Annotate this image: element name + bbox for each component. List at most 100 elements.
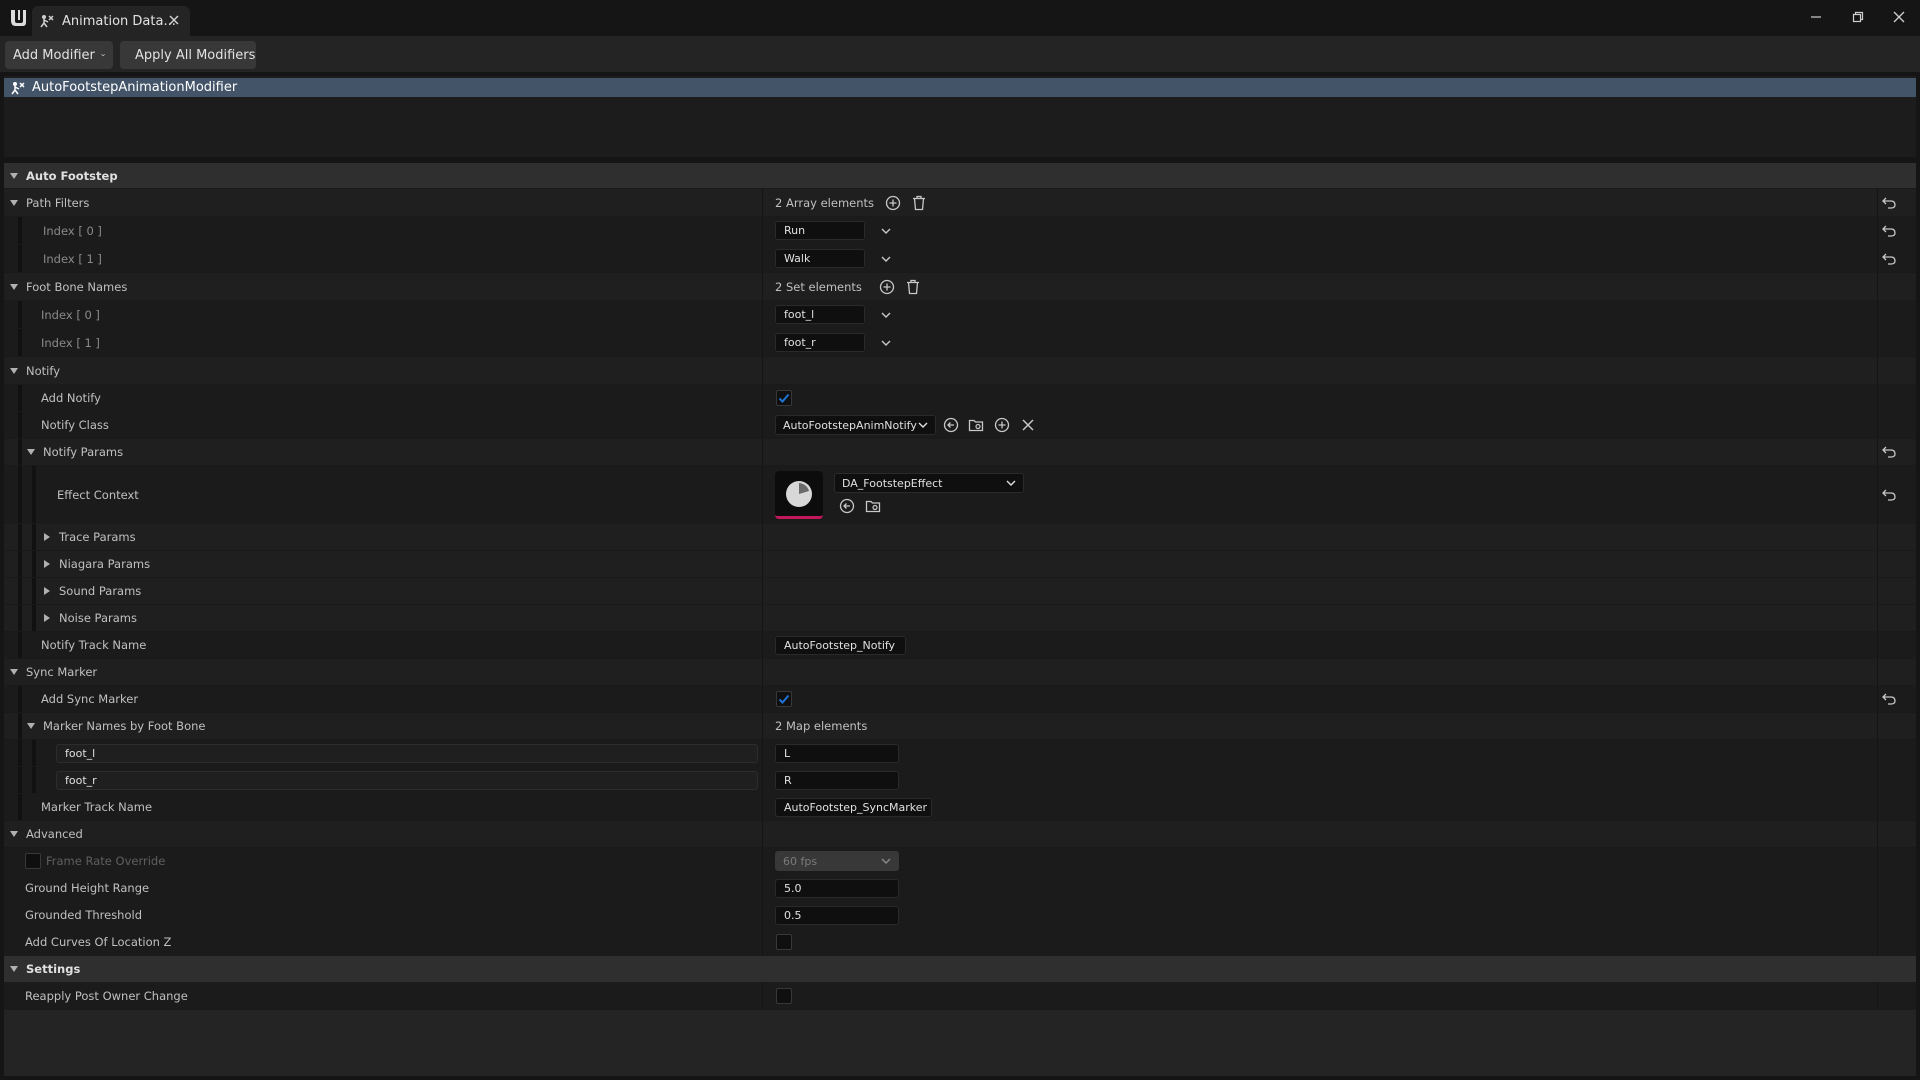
niagara-params-row[interactable]: Niagara Params bbox=[4, 551, 1916, 578]
chevron-down-icon[interactable] bbox=[877, 306, 895, 324]
add-sync-marker-checkbox[interactable] bbox=[776, 691, 792, 707]
add-modifier-button[interactable]: Add Modifier bbox=[5, 41, 113, 69]
notify-track-name-field[interactable]: AutoFootstep_Notify bbox=[775, 635, 906, 655]
notify-row[interactable]: Notify bbox=[4, 357, 1916, 385]
map-count: 2 Map elements bbox=[775, 719, 868, 733]
chevron-right-icon[interactable] bbox=[42, 586, 52, 596]
array-element-row: Index [ 0 ] Run bbox=[4, 217, 1916, 245]
minimize-icon[interactable] bbox=[1795, 0, 1837, 34]
chevron-down-icon[interactable] bbox=[9, 829, 19, 839]
bone-name-field[interactable]: foot_l bbox=[775, 305, 865, 324]
chevron-down-icon[interactable] bbox=[26, 721, 36, 731]
sound-params-row[interactable]: Sound Params bbox=[4, 578, 1916, 605]
category-auto-footstep[interactable]: Auto Footstep bbox=[4, 163, 1916, 189]
close-tab-icon[interactable] bbox=[166, 12, 182, 28]
bone-name-field[interactable]: foot_r bbox=[775, 333, 865, 352]
property-label: Sound Params bbox=[59, 584, 142, 598]
trash-icon[interactable] bbox=[904, 278, 922, 296]
browse-folder-icon[interactable] bbox=[864, 497, 882, 515]
document-tab[interactable]: Animation Data... bbox=[32, 6, 190, 36]
path-filter-field[interactable]: Walk bbox=[775, 249, 865, 268]
reset-to-default-icon[interactable] bbox=[1882, 488, 1896, 502]
marker-track-name-field[interactable]: AutoFootstep_SyncMarker bbox=[775, 797, 932, 817]
apply-all-modifiers-button[interactable]: Apply All Modifiers bbox=[120, 41, 256, 69]
unreal-logo-icon[interactable] bbox=[5, 5, 31, 31]
reapply-post-owner-change-checkbox[interactable] bbox=[776, 988, 792, 1004]
set-element-row: Index [ 1 ] foot_r bbox=[4, 329, 1916, 357]
close-window-icon[interactable] bbox=[1878, 0, 1920, 34]
property-label: Notify Params bbox=[43, 445, 124, 459]
effect-context-combo[interactable]: DA_FootstepEffect bbox=[834, 473, 1024, 493]
notify-class-combo[interactable]: AutoFootstepAnimNotify bbox=[775, 415, 936, 435]
grounded-threshold-row: Grounded Threshold 0.5 bbox=[4, 902, 1916, 929]
add-curves-location-z-row: Add Curves Of Location Z bbox=[4, 929, 1916, 956]
reset-to-default-icon[interactable] bbox=[1882, 692, 1896, 706]
tab-title: Animation Data... bbox=[62, 13, 176, 29]
add-new-icon[interactable] bbox=[993, 416, 1011, 434]
trace-params-row[interactable]: Trace Params bbox=[4, 524, 1916, 551]
animation-modifier-icon bbox=[38, 12, 56, 30]
add-element-icon[interactable] bbox=[884, 194, 902, 212]
property-label: Add Sync Marker bbox=[41, 692, 139, 706]
sync-marker-row[interactable]: Sync Marker bbox=[4, 659, 1916, 686]
details-panel: Auto Footstep Path Filters 2 Array eleme… bbox=[4, 163, 1916, 1076]
chevron-down-icon[interactable] bbox=[26, 447, 36, 457]
map-value-field[interactable]: R bbox=[775, 770, 899, 790]
animation-modifier-icon bbox=[10, 80, 26, 96]
foot-bone-names-row[interactable]: Foot Bone Names 2 Set elements bbox=[4, 273, 1916, 301]
frame-rate-combo: 60 fps bbox=[775, 851, 899, 871]
chevron-down-icon[interactable] bbox=[877, 334, 895, 352]
marker-names-row[interactable]: Marker Names by Foot Bone 2 Map elements bbox=[4, 713, 1916, 740]
chevron-down-icon[interactable] bbox=[9, 171, 19, 181]
category-settings[interactable]: Settings bbox=[4, 956, 1916, 983]
map-value-field[interactable]: L bbox=[775, 743, 899, 763]
map-key-field[interactable]: foot_l bbox=[56, 744, 758, 763]
use-selected-icon[interactable] bbox=[942, 416, 960, 434]
chevron-down-icon bbox=[1006, 480, 1016, 486]
marker-track-name-row: Marker Track Name AutoFootstep_SyncMarke… bbox=[4, 794, 1916, 821]
add-element-icon[interactable] bbox=[878, 278, 896, 296]
reset-to-default-icon[interactable] bbox=[1882, 196, 1896, 210]
property-label: Add Curves Of Location Z bbox=[25, 935, 172, 949]
reset-to-default-icon[interactable] bbox=[1882, 252, 1896, 266]
chevron-down-icon[interactable] bbox=[9, 667, 19, 677]
path-filter-field[interactable]: Run bbox=[775, 221, 865, 240]
chevron-right-icon[interactable] bbox=[42, 613, 52, 623]
trash-icon[interactable] bbox=[910, 194, 928, 212]
advanced-row[interactable]: Advanced bbox=[4, 821, 1916, 848]
add-curves-location-z-checkbox[interactable] bbox=[776, 934, 792, 950]
property-label: Path Filters bbox=[26, 195, 90, 210]
modifier-name: AutoFootstepAnimationModifier bbox=[32, 80, 238, 95]
asset-thumbnail[interactable] bbox=[775, 471, 823, 519]
add-notify-checkbox[interactable] bbox=[776, 390, 792, 406]
restore-icon[interactable] bbox=[1837, 0, 1879, 34]
use-selected-icon[interactable] bbox=[838, 497, 856, 515]
chevron-down-icon[interactable] bbox=[9, 964, 19, 974]
ground-height-range-field[interactable]: 5.0 bbox=[775, 878, 899, 898]
grounded-threshold-field[interactable]: 0.5 bbox=[775, 905, 899, 925]
reset-to-default-icon[interactable] bbox=[1882, 445, 1896, 459]
frame-rate-override-checkbox[interactable] bbox=[25, 853, 41, 869]
toolbar: Add Modifier Apply All Modifiers bbox=[0, 36, 1920, 72]
chevron-down-icon[interactable] bbox=[9, 282, 19, 292]
noise-params-row[interactable]: Noise Params bbox=[4, 605, 1916, 632]
property-label: Trace Params bbox=[59, 530, 136, 544]
frame-rate-override-row: Frame Rate Override 60 fps bbox=[4, 848, 1916, 875]
path-filters-row[interactable]: Path Filters 2 Array elements bbox=[4, 189, 1916, 217]
browse-folder-icon[interactable] bbox=[967, 416, 985, 434]
chevron-right-icon[interactable] bbox=[42, 532, 52, 542]
property-label: Marker Names by Foot Bone bbox=[43, 719, 206, 733]
chevron-down-icon[interactable] bbox=[877, 222, 895, 240]
modifier-list-item[interactable]: AutoFootstepAnimationModifier bbox=[4, 78, 1916, 97]
chevron-down-icon[interactable] bbox=[9, 366, 19, 376]
property-label: Marker Track Name bbox=[41, 800, 153, 814]
notify-params-row[interactable]: Notify Params bbox=[4, 439, 1916, 466]
reset-to-default-icon[interactable] bbox=[1882, 224, 1896, 238]
map-key-field[interactable]: foot_r bbox=[56, 771, 758, 790]
chevron-down-icon[interactable] bbox=[877, 250, 895, 268]
chevron-right-icon[interactable] bbox=[42, 559, 52, 569]
clear-icon[interactable] bbox=[1019, 416, 1037, 434]
chevron-down-icon[interactable] bbox=[9, 198, 19, 208]
effect-context-row: Effect Context DA_FootstepEffect bbox=[4, 466, 1916, 524]
array-element-row: Index [ 1 ] Walk bbox=[4, 245, 1916, 273]
